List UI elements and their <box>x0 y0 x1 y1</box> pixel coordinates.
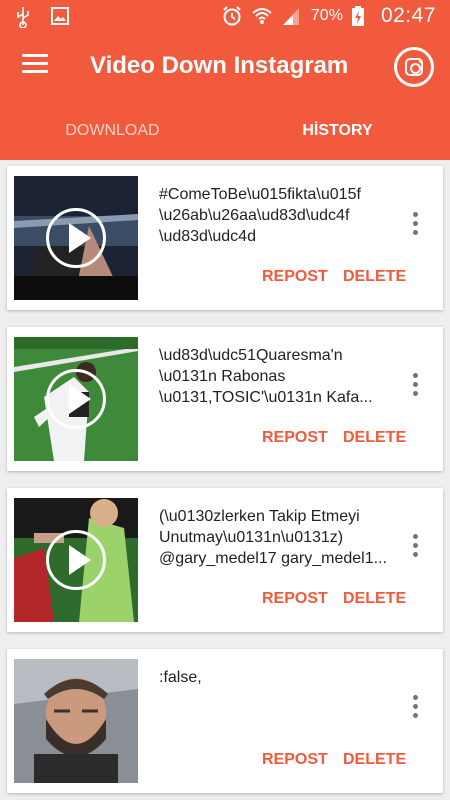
video-caption: \ud83d\udc51Quaresma'n \u0131n Rabonas \… <box>159 347 373 406</box>
more-options-icon[interactable] <box>409 695 421 725</box>
battery-percent: 70% <box>310 7 343 24</box>
play-icon <box>46 369 106 429</box>
video-thumbnail[interactable] <box>14 176 138 300</box>
wifi-icon <box>251 5 273 27</box>
history-item: :false, REPOST DELETE <box>7 649 443 793</box>
more-options-icon[interactable] <box>409 373 421 403</box>
app-title: Video Down Instagram <box>90 52 349 79</box>
app-toolbar: Video Down Instagram <box>0 34 450 100</box>
video-caption: (\u0130zlerken Takip Etmeyi Unutmay\u013… <box>159 508 387 567</box>
history-item: \ud83d\udc51Quaresma'n \u0131n Rabonas \… <box>7 327 443 471</box>
tab-download[interactable]: DOWNLOAD <box>0 100 225 160</box>
video-thumbnail[interactable] <box>14 498 138 622</box>
repost-button[interactable]: REPOST <box>262 590 328 608</box>
more-options-icon[interactable] <box>409 534 421 564</box>
clock: 02:47 <box>380 4 436 27</box>
history-list[interactable]: #ComeToBe\u015fikta\u015f \u26ab\u26aa\u… <box>0 160 450 800</box>
delete-button[interactable]: DELETE <box>343 429 406 447</box>
repost-button[interactable]: REPOST <box>262 751 328 769</box>
usb-icon <box>14 6 36 29</box>
alarm-icon <box>221 5 243 27</box>
status-bar: 70% 02:47 <box>0 0 450 34</box>
tab-history[interactable]: HİSTORY <box>225 100 450 160</box>
video-thumbnail[interactable] <box>14 337 138 461</box>
image-thumbnail[interactable] <box>14 659 138 783</box>
video-caption: :false, <box>159 669 202 686</box>
video-caption: #ComeToBe\u015fikta\u015f \u26ab\u26aa\u… <box>159 186 361 245</box>
tab-bar: DOWNLOAD HİSTORY <box>0 100 450 160</box>
delete-button[interactable]: DELETE <box>343 751 406 769</box>
delete-button[interactable]: DELETE <box>343 268 406 286</box>
history-item: (\u0130zlerken Takip Etmeyi Unutmay\u013… <box>7 488 443 632</box>
play-icon <box>46 530 106 590</box>
signal-icon <box>281 5 303 27</box>
battery-charging-icon <box>351 5 373 27</box>
image-icon <box>50 6 72 28</box>
repost-button[interactable]: REPOST <box>262 429 328 447</box>
repost-button[interactable]: REPOST <box>262 268 328 286</box>
instagram-icon[interactable] <box>394 47 434 87</box>
play-icon <box>46 208 106 268</box>
more-options-icon[interactable] <box>409 212 421 242</box>
hamburger-menu-icon[interactable] <box>22 54 48 76</box>
delete-button[interactable]: DELETE <box>343 590 406 608</box>
history-item: #ComeToBe\u015fikta\u015f \u26ab\u26aa\u… <box>7 166 443 310</box>
